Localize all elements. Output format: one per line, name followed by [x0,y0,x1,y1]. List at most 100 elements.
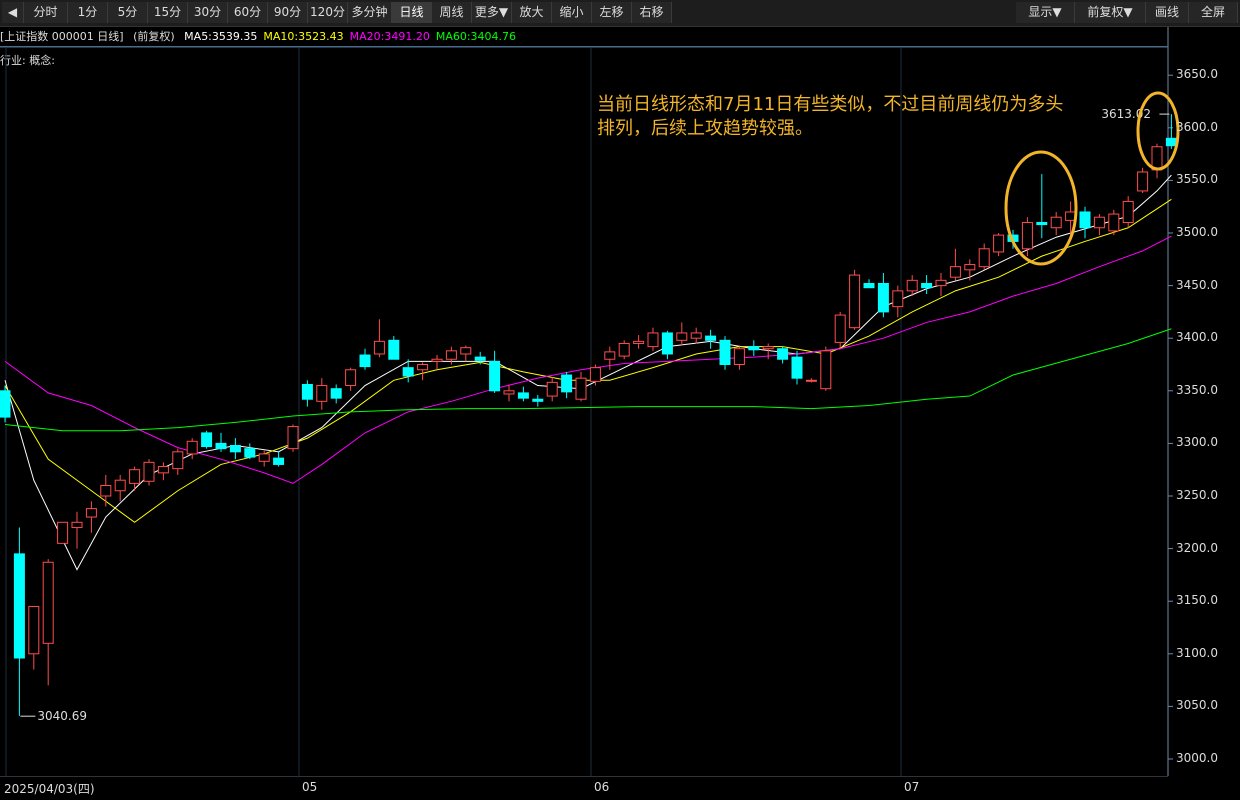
candle-down [229,445,241,453]
y-tick-label: 3350.0 [1176,382,1218,397]
candle-down [661,332,673,355]
candle-down [489,360,501,392]
ma-line-ma5 [4,174,1172,571]
y-tick-label: 3150.0 [1176,593,1218,608]
candle-up [172,451,184,470]
candle-down [877,282,889,313]
candle-up [186,440,198,455]
y-tick-label: 3250.0 [1176,488,1218,502]
ma-line-ma20 [4,235,1172,484]
candle-up [935,279,947,287]
date-axis: 2025/04/03(四) 05 06 07 [0,776,1168,800]
candle-up [575,377,587,400]
candle-down [777,348,789,360]
candle-up [892,290,904,308]
chart-annotation-text: 当前日线形态和7月11日有些类似，不过目前周线仍为多头排列，后续上攻趋势较强。 [597,94,1064,139]
y-tick-label: 3500.0 [1176,225,1218,239]
candle-up [258,453,270,462]
candle-down [532,398,544,402]
candle-down [330,388,342,399]
y-tick-label: 3600.0 [1176,119,1218,134]
highlight-ellipse-july11 [1004,150,1078,266]
candle-up [114,479,126,492]
candle-up [57,521,69,544]
candle-up [460,347,472,355]
candle-up [1021,221,1033,250]
candle-up [71,521,83,529]
candle-down [719,339,731,365]
y-tick-label: 3300.0 [1176,435,1218,450]
ma-line-ma60 [4,328,1172,432]
month-label-06: 06 [594,780,610,794]
candle-up [1093,216,1105,229]
candle-up [417,364,429,371]
candle-down [1165,137,1177,147]
candle-up [978,248,990,268]
candle-up [633,340,645,344]
candle-up [316,385,328,402]
candle-up [690,332,702,339]
candle-down [388,339,400,360]
candle-up [849,274,861,329]
candle-up [1151,146,1163,171]
y-tick-label: 3450.0 [1176,277,1218,292]
candle-down [863,282,875,289]
candle-up [100,484,112,497]
candle-up [762,346,774,350]
candle-up [42,561,54,644]
y-tick-label: 3650.0 [1176,67,1218,82]
candle-down [359,354,371,368]
candle-down [201,432,213,448]
candle-up [431,358,443,362]
month-label-05: 05 [302,780,318,794]
min-price-label: 3040.69 [37,709,87,723]
candle-up [129,469,141,484]
candle-down [517,392,529,399]
candle-up [445,350,457,360]
candle-up [85,508,97,518]
candle-down [13,553,25,659]
candle-up [503,390,515,395]
candle-up [1137,171,1149,192]
candle-up [1122,200,1134,223]
candle-up [733,348,745,366]
candle-down [474,356,486,361]
y-tick-label: 3400.0 [1176,330,1218,345]
candle-up [647,332,659,348]
candle-down [1079,211,1091,229]
candle-up [1050,216,1062,229]
candle-up [906,279,918,292]
candle-up [993,234,1005,253]
candle-down [791,356,803,379]
candle-down [273,457,285,465]
candle-up [589,367,601,382]
candle-up [820,350,832,390]
candle-down [921,282,933,289]
y-tick-label: 3200.0 [1176,540,1218,555]
candle-down [402,367,414,377]
candle-up [345,369,357,387]
candle-up [834,314,846,343]
candle-up [373,340,385,355]
candle-up [1108,213,1120,232]
candle-up [157,466,169,474]
candle-down [748,346,760,351]
candle-up [546,381,558,397]
candle-down [0,390,11,418]
y-tick-label: 3050.0 [1176,698,1218,713]
candle-down [301,383,313,400]
date-label-first: 2025/04/03(四) [4,782,95,796]
candle-up [287,426,299,450]
candle-down [244,448,256,458]
y-tick-label: 3000.0 [1176,751,1218,765]
candle-up [964,264,976,271]
candle-up [604,351,616,360]
y-tick-label: 3550.0 [1176,172,1218,187]
candle-up [805,379,817,382]
y-tick-label: 3100.0 [1176,645,1218,660]
candle-up [949,266,961,278]
candle-down [1036,221,1048,226]
candle-up [618,342,630,357]
candle-up [28,605,40,655]
candle-down [215,442,227,450]
